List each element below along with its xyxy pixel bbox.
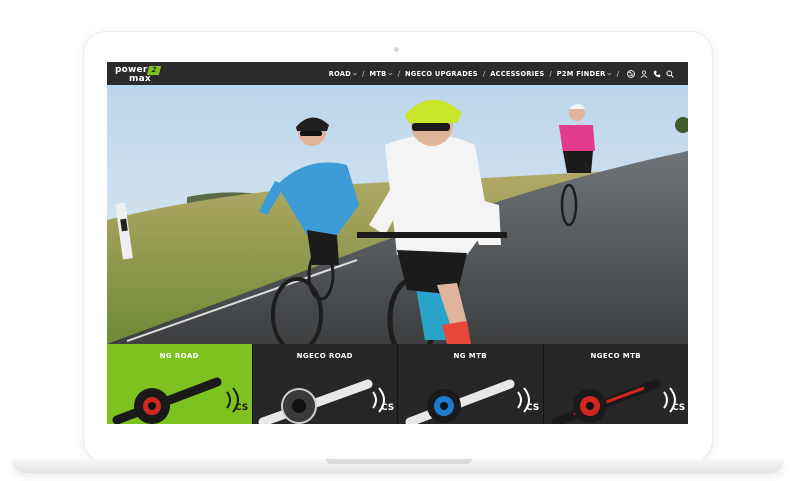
top-navbar: power 2 max ROAD ⌵ / MTB ⌵ / NGECO UPGRADES… [107, 62, 688, 85]
chevron-down-icon: ⌵ [353, 70, 358, 77]
svg-text:CS: CS [672, 403, 685, 413]
menu-item-accessories[interactable]: ACCESSORIES [490, 70, 544, 78]
phone-icon[interactable] [650, 62, 663, 85]
chevron-down-icon: ⌵ [388, 70, 393, 77]
menu-item-label: ACCESSORIES [490, 69, 545, 78]
logo[interactable]: power 2 max [115, 64, 162, 84]
menu-item-p2m-finder[interactable]: P2M FINDER ⌵ [557, 70, 612, 78]
crankset-icon: CS [405, 379, 539, 424]
hero-image-cyclists [107, 85, 688, 344]
category-ng-mtb[interactable]: NG MTB CS [397, 344, 543, 424]
category-ng-road[interactable]: NG ROAD CS [107, 344, 252, 424]
main-menu: ROAD ⌵ / MTB ⌵ / NGECO UPGRADES / ACCESSOR… [329, 62, 676, 85]
user-icon[interactable] [637, 62, 650, 85]
menu-item-label: MTB [369, 69, 387, 78]
laptop-notch [326, 459, 472, 464]
hero-illustration [107, 85, 688, 344]
menu-item-label: P2M FINDER [556, 69, 606, 78]
camera-dot [394, 47, 399, 52]
logo-subtext: max [129, 73, 151, 84]
chevron-down-icon: ⌵ [607, 70, 612, 77]
category-tiles: NG ROAD CS NGECO ROAD CS NG MTB CS NGECO… [107, 344, 688, 424]
search-icon[interactable] [663, 62, 676, 85]
globe-icon[interactable] [624, 62, 637, 85]
menu-separator: / [549, 69, 552, 78]
menu-item-road[interactable]: ROAD ⌵ [329, 70, 357, 78]
category-ngeco-road[interactable]: NGECO ROAD CS [251, 344, 397, 424]
svg-text:CS: CS [381, 403, 394, 413]
crankset-icon: CS [112, 377, 248, 424]
menu-item-label: NGECO UPGRADES [404, 69, 478, 78]
menu-item-ngeco-upgrades[interactable]: NGECO UPGRADES [405, 70, 478, 78]
crankset-icon: CS [258, 379, 394, 424]
logo-badge: 2 [147, 65, 162, 75]
menu-item-mtb[interactable]: MTB ⌵ [369, 70, 392, 78]
menu-item-label: ROAD [328, 69, 352, 78]
logo-text: power [115, 64, 148, 75]
menu-separator: / [362, 69, 365, 78]
menu-separator: / [616, 69, 619, 78]
menu-separator: / [482, 69, 486, 78]
crankset-icon: CS [551, 379, 685, 424]
svg-text:CS: CS [526, 403, 539, 413]
svg-text:CS: CS [235, 403, 248, 413]
category-ngeco-mtb[interactable]: NGECO MTB CS [542, 344, 688, 424]
browser-screen: power 2 max ROAD ⌵ / MTB ⌵ / NGECO UPGRADES… [107, 62, 688, 424]
menu-separator: / [397, 69, 400, 78]
